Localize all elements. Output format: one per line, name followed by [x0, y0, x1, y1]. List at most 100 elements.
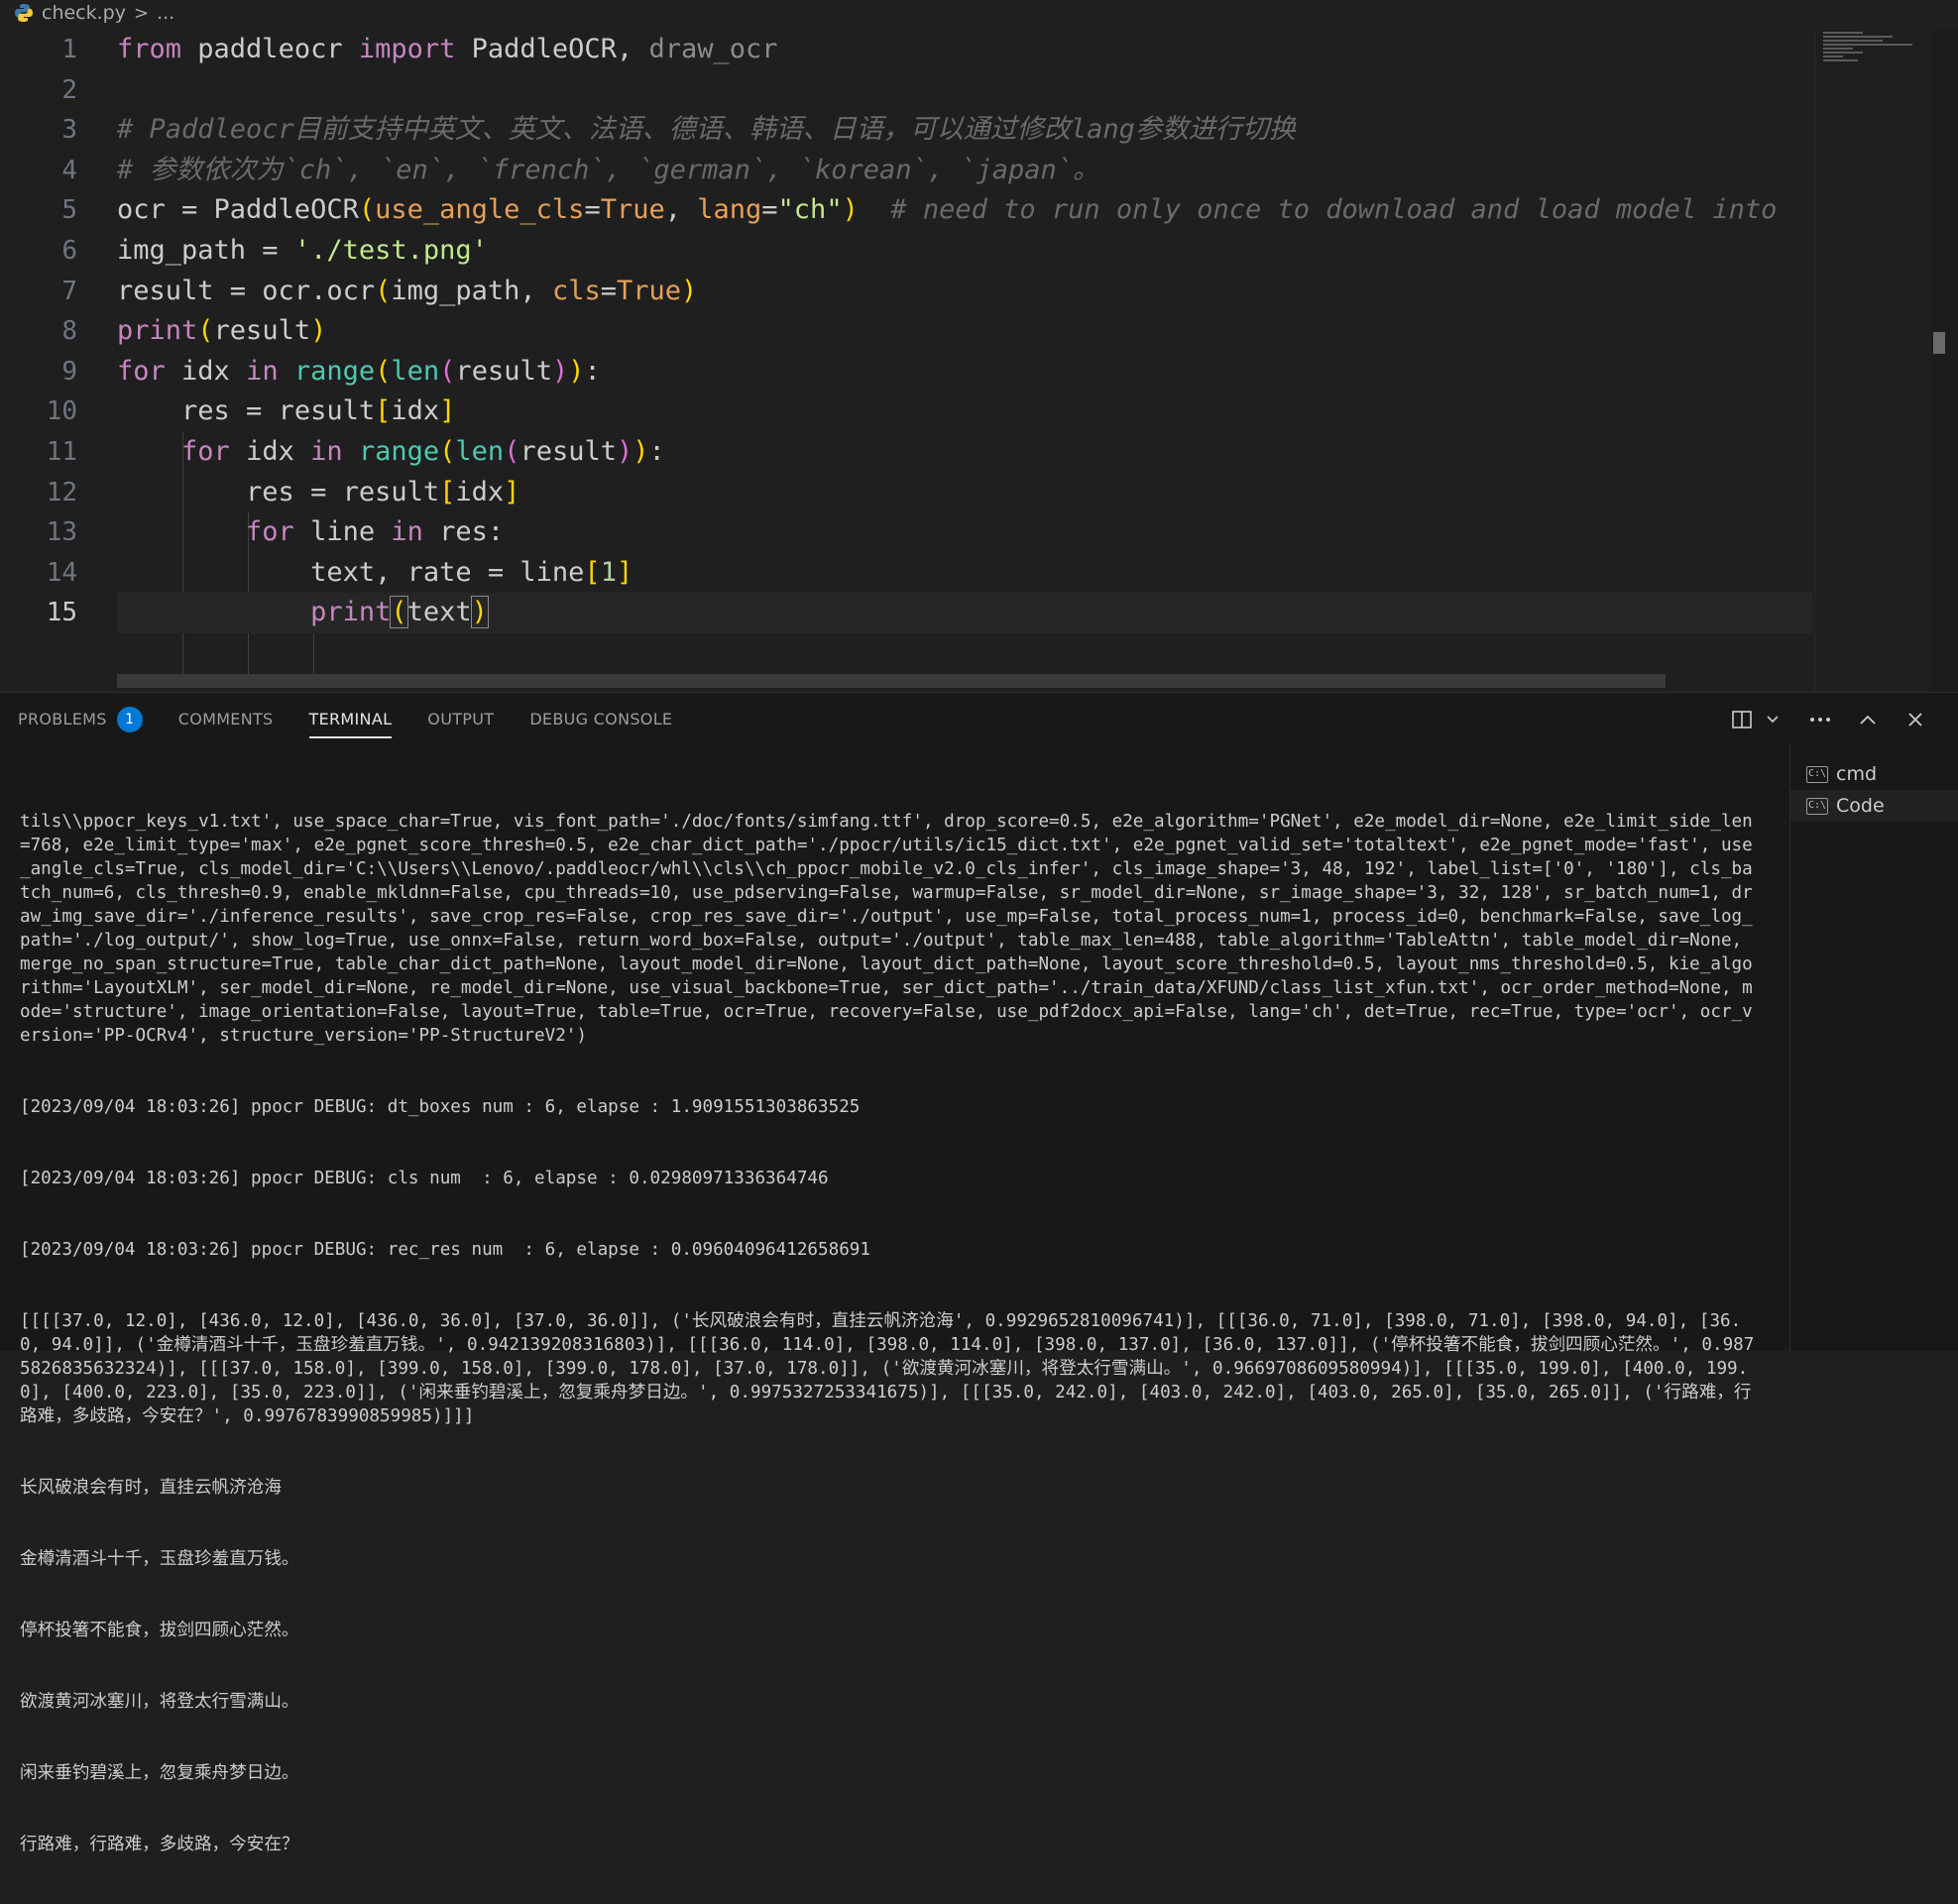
tab-debug-console[interactable]: DEBUG CONSOLE	[529, 693, 672, 746]
string: './test.png'	[293, 234, 488, 266]
line-number: 4	[61, 155, 77, 185]
code-line-8[interactable]: print(result)	[117, 311, 1812, 352]
tab-problems[interactable]: PROBLEMS 1	[18, 693, 143, 746]
terminal-line: 闲来垂钓碧溪上，忽复乘舟梦日边。	[20, 1763, 299, 1783]
python-file-icon	[15, 4, 33, 22]
keyword: for	[246, 516, 294, 548]
horizontal-scrollbar[interactable]	[117, 674, 1666, 688]
code-text: idx	[229, 435, 311, 467]
more-actions-icon[interactable]	[1807, 707, 1833, 732]
line-number-gutter: 1 2 3 4 5 6 7 8 9 10 11 12 13 14 15	[0, 30, 89, 633]
constant: True	[616, 275, 682, 306]
terminal-item-code[interactable]: C:\ Code	[1790, 790, 1958, 822]
bracket: (	[197, 315, 214, 347]
code-line-2[interactable]	[117, 70, 1812, 111]
problems-count-badge: 1	[116, 707, 143, 732]
bracket: )	[617, 435, 633, 467]
terminal-line: [2023/09/04 18:03:26] ppocr DEBUG: dt_bo…	[20, 1097, 861, 1117]
code-line-5[interactable]: ocr = PaddleOCR(use_angle_cls=True, lang…	[117, 190, 1812, 231]
operator: =	[761, 194, 778, 226]
terminal-line: 长风破浪会有时，直挂云帆济沧海	[20, 1478, 282, 1498]
code-line-14[interactable]: text, rate = line[1]	[117, 553, 1812, 594]
terminal-item-label: Code	[1836, 795, 1885, 817]
code-text: result	[519, 435, 618, 467]
tab-label: TERMINAL	[308, 710, 393, 728]
builtin: len	[391, 355, 440, 387]
keyword: in	[246, 355, 279, 387]
identifier: paddleocr	[181, 34, 359, 64]
code-line-3[interactable]: # Paddleocr目前支持中英文、英文、法语、德语、韩语、日语，可以通过修改…	[117, 110, 1812, 151]
function: print	[310, 597, 392, 628]
chevron-right-icon: >	[133, 2, 150, 24]
code-lines[interactable]: from paddleocr import PaddleOCR, draw_oc…	[117, 30, 1812, 674]
keyword: import	[358, 34, 456, 64]
bracket: )	[681, 275, 698, 306]
vertical-scrollbar-thumb[interactable]	[1933, 332, 1945, 354]
bracket: )	[310, 315, 327, 347]
maximize-panel-icon[interactable]	[1855, 707, 1881, 732]
comment: # 参数依次为`ch`, `en`, `french`, `german`, `…	[117, 154, 1100, 185]
line-number: 5	[61, 195, 77, 226]
code-line-11[interactable]: for idx in range(len(result)):	[117, 432, 1812, 473]
tab-terminal[interactable]: TERMINAL	[308, 693, 393, 746]
code-line-9[interactable]: for idx in range(len(result)):	[117, 352, 1812, 392]
terminal-icon: C:\	[1806, 765, 1828, 783]
builtin: len	[455, 435, 505, 467]
code-text: res = result	[181, 395, 376, 427]
bracket: (	[358, 194, 376, 226]
code-line-4[interactable]: # 参数依次为`ch`, `en`, `french`, `german`, `…	[117, 151, 1812, 191]
breadcrumb-symbols[interactable]: ...	[157, 2, 174, 24]
bracket: )	[568, 355, 585, 387]
split-terminal-icon[interactable]	[1730, 707, 1756, 732]
bracket: [	[584, 556, 601, 588]
terminal-output[interactable]: tils\\ppocr_keys_v1.txt', use_space_char…	[20, 762, 1757, 1904]
string: "ch"	[777, 194, 843, 226]
comment: # Paddleocr目前支持中英文、英文、法语、德语、韩语、日语，可以通过修改…	[117, 114, 1296, 146]
tab-output[interactable]: OUTPUT	[427, 693, 494, 746]
panel-tabs: PROBLEMS 1 COMMENTS TERMINAL OUTPUT DEBU…	[0, 693, 708, 746]
terminal-item-cmd[interactable]: C:\ cmd	[1790, 758, 1958, 790]
comment: # need to run only once to download and …	[858, 194, 1778, 226]
bracket: (	[439, 355, 456, 387]
code-text: idx	[165, 355, 247, 387]
line-number: 8	[61, 316, 77, 347]
code-line-1[interactable]: from paddleocr import PaddleOCR, draw_oc…	[117, 30, 1812, 70]
terminal-list: C:\ cmd C:\ Code	[1789, 744, 1958, 1351]
line-number: 7	[61, 276, 77, 306]
code-text: result	[213, 315, 311, 347]
close-icon[interactable]	[1902, 707, 1928, 732]
terminal-line: 金樽清酒斗十千，玉盘珍羞直万钱。	[20, 1549, 299, 1569]
bracket: (	[375, 275, 392, 306]
code-text: result = ocr.	[117, 275, 327, 306]
overview-ruler[interactable]	[1931, 30, 1958, 692]
bottom-panel: PROBLEMS 1 COMMENTS TERMINAL OUTPUT DEBU…	[0, 692, 1958, 1854]
identifier: draw_ocr	[648, 34, 778, 64]
code-line-6[interactable]: img_path = './test.png'	[117, 231, 1812, 272]
code-editor[interactable]: 1 2 3 4 5 6 7 8 9 10 11 12 13 14 15 from…	[0, 30, 1812, 692]
builtin: range	[293, 355, 376, 387]
bracket: ]	[439, 395, 456, 427]
line-number: 12	[46, 477, 77, 507]
keyword: in	[310, 435, 343, 467]
keyword: from	[117, 34, 182, 64]
tab-comments[interactable]: COMMENTS	[178, 693, 274, 746]
code-line-10[interactable]: res = result[idx]	[117, 392, 1812, 432]
minimap[interactable]	[1814, 30, 1934, 692]
code-line-7[interactable]: result = ocr.ocr(img_path, cls=True)	[117, 272, 1812, 312]
chevron-down-icon[interactable]	[1760, 707, 1785, 732]
line-number: 9	[61, 356, 77, 387]
bracket: (	[439, 435, 456, 467]
breadcrumb-file[interactable]: check.py	[42, 2, 126, 24]
code-text: text	[406, 597, 472, 628]
bracket: )	[633, 435, 649, 467]
line-number: 2	[61, 74, 77, 105]
panel-actions	[1730, 707, 1928, 732]
builtin: range	[358, 435, 440, 467]
code-line-13[interactable]: for line in res:	[117, 512, 1812, 553]
code-line-15[interactable]: print(text)	[117, 593, 1812, 633]
code-line-12[interactable]: res = result[idx]	[117, 473, 1812, 513]
